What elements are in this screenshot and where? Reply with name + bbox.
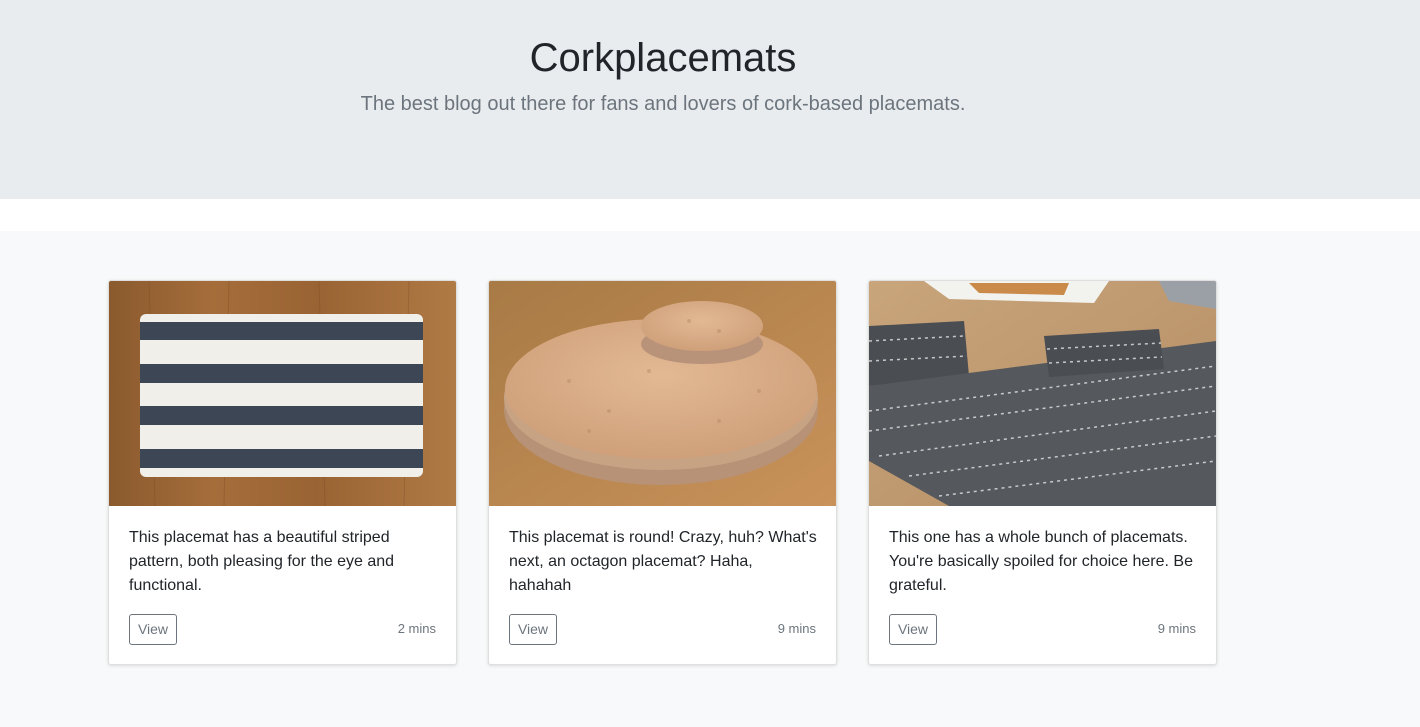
card-text: This one has a whole bunch of placemats.…: [889, 529, 1193, 594]
site-title: Corkplacemats: [529, 36, 797, 80]
card-striped-placemat: This placemat has a beautiful striped pa…: [108, 280, 457, 665]
view-button[interactable]: View: [509, 614, 557, 645]
card-placemat-set: This one has a whole bunch of placemats.…: [868, 280, 1217, 665]
read-time: 2 mins: [397, 621, 436, 636]
jumbotron-header: Corkplacemats The best blog out there fo…: [0, 0, 1420, 199]
album-section: This placemat has a beautiful striped pa…: [0, 231, 1420, 727]
site-tagline: The best blog out there for fans and lov…: [360, 93, 966, 115]
patterned-placemats-set-photo: [869, 281, 1216, 506]
striped-placemat-photo: [109, 281, 456, 506]
card-round-placemat: This placemat is round! Crazy, huh? What…: [488, 280, 837, 665]
card-text: This placemat has a beautiful striped pa…: [129, 529, 395, 594]
view-button[interactable]: View: [889, 614, 937, 645]
card-text: This placemat is round! Crazy, huh? What…: [509, 529, 817, 594]
read-time: 9 mins: [1157, 621, 1196, 636]
round-cork-placemat-photo: [489, 281, 836, 506]
read-time: 9 mins: [777, 621, 816, 636]
view-button[interactable]: View: [129, 614, 177, 645]
